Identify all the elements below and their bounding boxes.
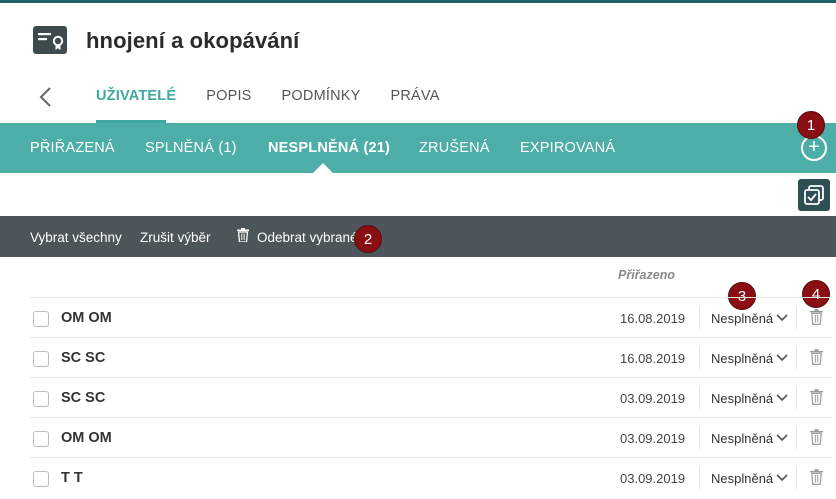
status-dropdown[interactable]: Nesplněná [711, 391, 773, 406]
chevron-down-icon[interactable] [776, 354, 788, 362]
bulk-action-bar: Vybrat všechny Zrušit výběr Odebrat vybr… [0, 216, 836, 257]
column-divider [796, 467, 797, 489]
subtab-prirazena[interactable]: PŘIŘAZENÁ [30, 140, 115, 156]
back-chevron-icon[interactable] [36, 85, 56, 109]
table-row: OM OM 03.09.2019 Nesplněná [30, 417, 832, 457]
chevron-down-icon[interactable] [776, 474, 788, 482]
status-dropdown[interactable]: Nesplněná [711, 351, 773, 366]
copy-button[interactable] [798, 179, 830, 211]
chevron-down-icon[interactable] [776, 314, 788, 322]
user-name: T T [61, 470, 83, 486]
certificate-icon [33, 26, 67, 54]
assigned-date: 03.09.2019 [620, 471, 686, 486]
column-divider [796, 387, 797, 409]
subtab-splnena[interactable]: SPLNĚNÁ (1) [145, 140, 237, 156]
select-all-button[interactable]: Vybrat všechny [30, 230, 122, 245]
active-subtab-caret [313, 163, 333, 173]
subtab-nesplnena[interactable]: NESPLNĚNÁ (21) [268, 140, 390, 156]
user-name: OM OM [61, 430, 112, 446]
column-divider [699, 467, 700, 489]
row-checkbox[interactable] [33, 311, 49, 327]
trash-icon [237, 228, 249, 242]
table-row: SC SC 16.08.2019 Nesplněná [30, 337, 832, 377]
copy-checkbox-icon [804, 185, 824, 205]
user-name: SC SC [61, 350, 106, 366]
column-divider [699, 347, 700, 369]
table-row: OM OM 16.08.2019 Nesplněná [30, 297, 832, 337]
add-user-button[interactable]: + [801, 135, 827, 161]
row-checkbox[interactable] [33, 391, 49, 407]
callout-badge-1: 1 [797, 111, 825, 139]
tab-podminky[interactable]: PODMÍNKY [282, 88, 361, 114]
status-dropdown[interactable]: Nesplněná [711, 471, 773, 486]
plus-icon: + [808, 136, 820, 158]
row-checkbox[interactable] [33, 471, 49, 487]
user-name: OM OM [61, 310, 112, 326]
main-tabs: UŽIVATELÉ POPIS PODMÍNKY PRÁVA [96, 88, 470, 114]
status-dropdown[interactable]: Nesplněná [711, 311, 773, 326]
table-row: T T 03.09.2019 Nesplněná [30, 457, 832, 497]
user-name: SC SC [61, 390, 106, 406]
callout-badge-2: 2 [354, 225, 382, 253]
column-divider [699, 307, 700, 329]
page-header: hnojení a okopávání UŽIVATELÉ POPIS PODM… [0, 3, 836, 123]
assigned-date: 16.08.2019 [620, 351, 686, 366]
column-divider [796, 307, 797, 329]
assigned-date: 03.09.2019 [620, 431, 686, 446]
tab-uzivatele[interactable]: UŽIVATELÉ [96, 88, 176, 114]
column-divider [796, 427, 797, 449]
delete-row-trash-icon[interactable] [810, 349, 823, 365]
tab-prava[interactable]: PRÁVA [391, 88, 440, 114]
chevron-down-icon[interactable] [776, 394, 788, 402]
column-divider [796, 347, 797, 369]
remove-selected-button[interactable]: Odebrat vybrané [257, 230, 358, 245]
subtab-expirovana[interactable]: EXPIROVANÁ [520, 140, 615, 156]
row-checkbox[interactable] [33, 351, 49, 367]
delete-row-trash-icon[interactable] [810, 309, 823, 325]
delete-row-trash-icon[interactable] [810, 469, 823, 485]
tab-popis[interactable]: POPIS [206, 88, 251, 114]
page-title: hnojení a okopávání [86, 28, 300, 53]
column-divider [699, 387, 700, 409]
status-dropdown[interactable]: Nesplněná [711, 431, 773, 446]
chevron-down-icon[interactable] [776, 434, 788, 442]
assigned-date: 03.09.2019 [620, 391, 686, 406]
status-tabs-bar: PŘIŘAZENÁ SPLNĚNÁ (1) NESPLNĚNÁ (21) ZRU… [0, 123, 836, 173]
row-checkbox[interactable] [33, 431, 49, 447]
deselect-button[interactable]: Zrušit výběr [140, 230, 211, 245]
assigned-column-header: Přiřazeno [618, 268, 675, 282]
column-divider [699, 427, 700, 449]
table-row: SC SC 03.09.2019 Nesplněná [30, 377, 832, 417]
subtab-zrusena[interactable]: ZRUŠENÁ [419, 140, 490, 156]
delete-row-trash-icon[interactable] [810, 429, 823, 445]
assigned-date: 16.08.2019 [620, 311, 686, 326]
delete-row-trash-icon[interactable] [810, 389, 823, 405]
